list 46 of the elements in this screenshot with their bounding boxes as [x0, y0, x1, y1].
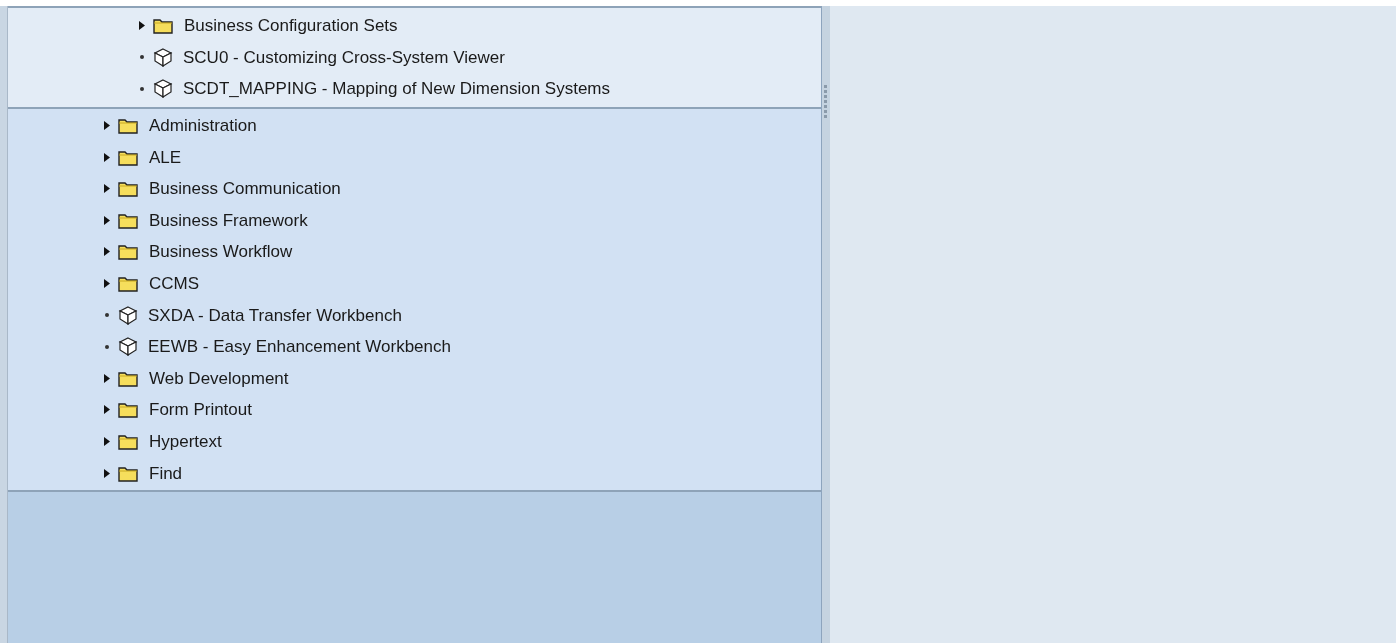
expander-icon[interactable] — [104, 184, 110, 194]
folder-icon — [118, 464, 139, 482]
folder-icon — [118, 148, 139, 166]
folder-icon — [118, 401, 139, 419]
tree-item[interactable]: Hypertext — [149, 433, 222, 450]
bullet-icon — [105, 344, 109, 349]
cube-icon — [153, 79, 173, 99]
tree-item[interactable]: CCMS — [149, 275, 200, 293]
tree-item[interactable]: EEWB - Easy Enhancement Workbench — [148, 338, 451, 356]
expander-icon[interactable] — [104, 247, 110, 257]
tree-item[interactable]: Web Development — [149, 369, 289, 387]
expander-icon[interactable] — [104, 279, 110, 289]
cube-icon — [153, 47, 173, 67]
cube-icon — [118, 337, 138, 357]
cube-icon — [118, 305, 138, 325]
expander-icon[interactable] — [139, 21, 145, 31]
folder-icon — [118, 433, 139, 450]
expander-icon[interactable] — [104, 215, 110, 225]
tree-item[interactable]: SXDA - Data Transfer Workbench — [148, 306, 402, 324]
tree-item[interactable]: Business Configuration Sets — [184, 17, 398, 35]
expander-icon[interactable] — [104, 437, 110, 446]
tree-item[interactable]: Business Workflow — [149, 243, 293, 261]
splitter-handle-icon — [824, 85, 828, 121]
expander-icon[interactable] — [104, 468, 110, 478]
folder-icon — [118, 369, 139, 387]
bullet-icon — [140, 87, 144, 91]
bullet-icon — [105, 313, 109, 318]
tree-item[interactable]: Business Framework — [149, 211, 308, 229]
folder-icon — [153, 17, 174, 35]
expander-icon[interactable] — [104, 373, 110, 383]
expander-icon[interactable] — [104, 121, 110, 131]
expander-icon[interactable] — [104, 405, 110, 415]
folder-icon — [118, 243, 139, 261]
tree-item[interactable]: ALE — [149, 148, 182, 166]
folder-icon — [118, 117, 139, 135]
tree-item[interactable]: SCU0 - Customizing Cross-System Viewer — [183, 48, 505, 66]
tree-item[interactable]: Form Printout — [149, 401, 252, 419]
folder-icon — [118, 180, 139, 198]
tree-item[interactable]: Administration — [149, 117, 257, 135]
tree-item[interactable]: Find — [149, 464, 183, 482]
expander-icon[interactable] — [104, 152, 110, 162]
tree-item[interactable]: Business Communication — [149, 180, 341, 198]
folder-icon — [118, 275, 139, 293]
bullet-icon — [140, 55, 144, 60]
folder-icon — [118, 211, 139, 229]
tree-item[interactable]: SCDT_MAPPING - Mapping of New Dimension Systems — [183, 80, 611, 98]
